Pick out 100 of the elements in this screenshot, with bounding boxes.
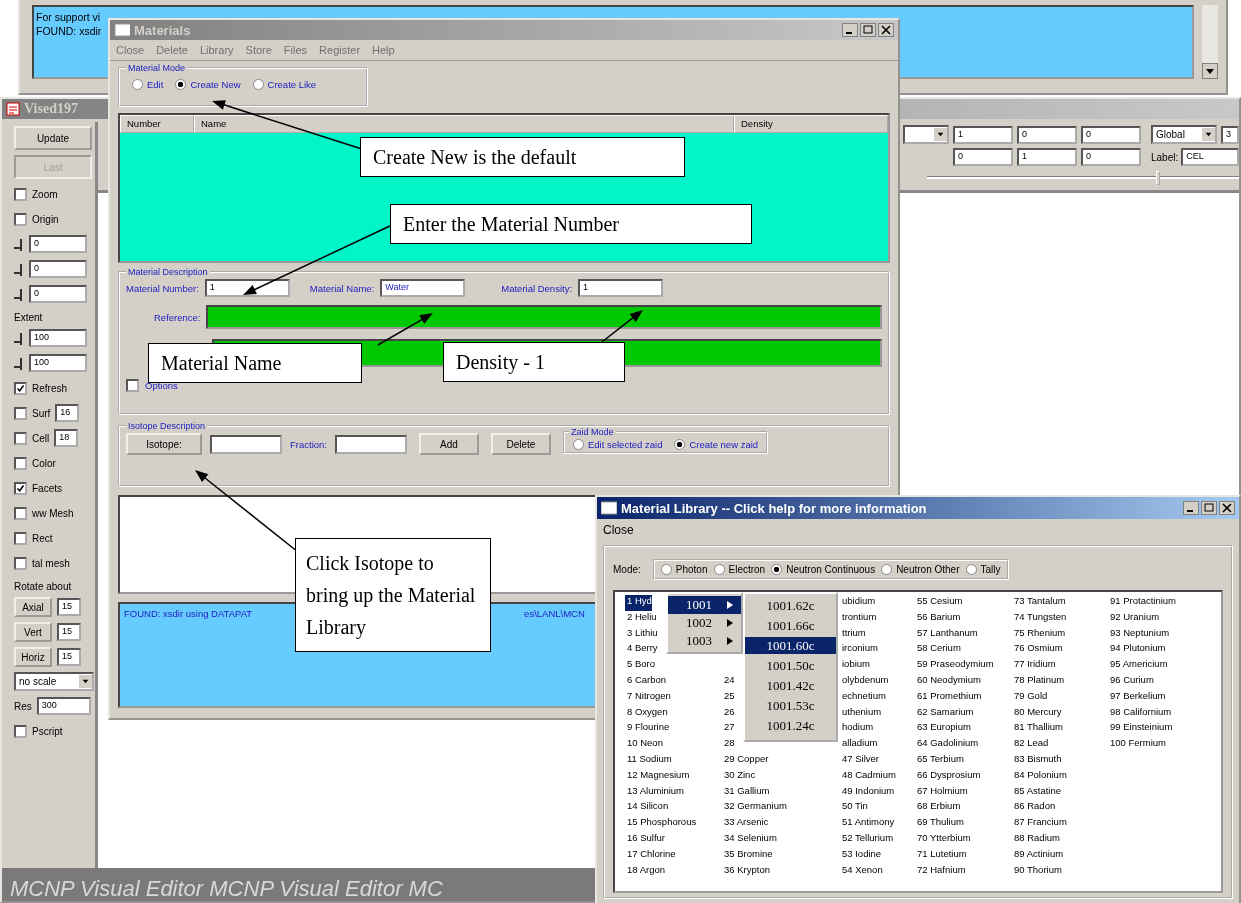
element-item[interactable]: 53 Iodine <box>840 847 882 864</box>
menu-item[interactable]: 1001.24c <box>745 717 836 734</box>
element-item[interactable]: 35 Bromine <box>722 847 773 864</box>
angle-field[interactable]: 15 <box>57 623 81 641</box>
element-item[interactable]: 26 <box>722 705 735 722</box>
element-item[interactable]: ttrium <box>840 626 866 643</box>
element-item[interactable]: 77 Iridium <box>1012 658 1056 674</box>
rotate-button[interactable]: Vert <box>14 622 52 642</box>
element-item[interactable]: 16 Sulfur <box>625 831 666 848</box>
radio-button[interactable] <box>132 79 143 90</box>
caret-icon[interactable] <box>727 637 733 645</box>
element-item[interactable]: 89 Actinium <box>1012 847 1064 864</box>
column-header[interactable]: Name <box>194 115 734 133</box>
element-item[interactable]: 76 Osmium <box>1012 642 1063 659</box>
element-item[interactable]: irconium <box>840 642 878 659</box>
element-item[interactable]: 36 Krypton <box>722 863 770 880</box>
element-item[interactable]: 81 Thallium <box>1012 721 1063 738</box>
checkbox[interactable] <box>14 431 27 445</box>
element-item[interactable]: 57 Lanthanum <box>915 626 978 643</box>
value-field[interactable]: 100 <box>29 354 87 372</box>
element-item[interactable]: 66 Dysprosium <box>915 768 981 785</box>
caret-icon[interactable] <box>79 675 92 688</box>
element-item[interactable]: 64 Gadolinium <box>915 737 979 753</box>
panel-button[interactable]: Update <box>14 126 92 150</box>
element-item[interactable]: 50 Tin <box>840 800 868 817</box>
radio-button[interactable] <box>660 564 672 575</box>
element-item[interactable]: 93 Neptunium <box>1108 626 1170 643</box>
checkbox[interactable] <box>14 212 27 226</box>
element-item[interactable]: 94 Plutonium <box>1108 642 1166 659</box>
value-field[interactable]: 0 <box>29 260 87 278</box>
element-item[interactable]: 51 Antimony <box>840 816 895 832</box>
menu-item[interactable]: 1001.66c <box>745 617 836 634</box>
checkbox[interactable] <box>14 506 27 520</box>
element-item[interactable]: 54 Xenon <box>840 863 883 880</box>
column-header[interactable]: Number <box>120 115 194 133</box>
number-field[interactable]: 1 <box>204 279 290 297</box>
menu-item[interactable]: 1001 <box>668 596 741 614</box>
element-item[interactable]: 73 Tantalum <box>1012 595 1066 611</box>
element-item[interactable]: 98 Californium <box>1108 705 1172 722</box>
close-icon[interactable] <box>1219 501 1235 515</box>
element-item[interactable]: 25 <box>722 689 735 706</box>
menu-item[interactable]: 1003 <box>668 632 741 650</box>
element-item[interactable]: 32 Germanium <box>722 800 787 817</box>
slider-handle-icon[interactable] <box>14 261 24 277</box>
menu-item[interactable]: 1001.60c <box>745 637 836 654</box>
element-item[interactable]: ubidium <box>840 595 876 611</box>
element-item[interactable]: 68 Erbium <box>915 800 961 817</box>
element-item[interactable]: 2 Heliu <box>625 610 657 627</box>
slider-thumb[interactable] <box>1155 171 1160 185</box>
element-item[interactable]: 61 Promethium <box>915 689 982 706</box>
value-field[interactable]: 100 <box>29 329 87 347</box>
radio-label[interactable]: Electron <box>728 564 766 575</box>
checkbox[interactable] <box>14 406 27 420</box>
radio-button[interactable] <box>175 79 187 90</box>
menu-item[interactable]: 1001.50c <box>745 657 836 674</box>
element-item[interactable]: 10 Neon <box>625 737 663 753</box>
slider-handle-icon[interactable] <box>14 355 24 371</box>
element-item[interactable]: 15 Phosphorous <box>625 816 697 832</box>
element-item[interactable]: 3 Lithiu <box>625 626 658 643</box>
scrollbar[interactable] <box>1202 5 1218 79</box>
element-item[interactable]: olybdenum <box>840 674 889 690</box>
rotate-button[interactable]: Horiz <box>14 647 52 667</box>
element-item[interactable]: 12 Magnesium <box>625 768 690 785</box>
reference-field[interactable] <box>206 305 882 329</box>
maximize-icon[interactable] <box>1201 501 1217 515</box>
element-item[interactable]: 58 Cerium <box>915 642 961 659</box>
element-item[interactable]: 56 Barium <box>915 610 961 627</box>
vector-field[interactable]: 1 <box>1017 148 1077 166</box>
element-item[interactable]: 78 Platinum <box>1012 674 1065 690</box>
element-item[interactable]: 49 Indonium <box>840 784 895 801</box>
element-item[interactable]: 52 Tellurium <box>840 831 894 848</box>
checkbox[interactable] <box>126 379 139 392</box>
radio-button[interactable] <box>252 79 264 90</box>
caret-icon[interactable] <box>727 619 733 627</box>
element-item[interactable]: 24 <box>722 674 735 690</box>
element-item[interactable]: 95 Americium <box>1108 658 1168 674</box>
slider-handle-icon[interactable] <box>14 330 24 346</box>
element-item[interactable]: 80 Mercury <box>1012 705 1062 722</box>
radio-label[interactable]: Create Like <box>267 79 317 90</box>
density-field[interactable]: 1 <box>578 279 664 297</box>
radio-label[interactable]: Tally <box>980 564 1001 575</box>
checkbox[interactable] <box>14 531 27 545</box>
element-item[interactable]: 27 <box>722 721 735 738</box>
element-item[interactable]: 67 Holmium <box>915 784 968 801</box>
element-item[interactable]: 9 Flourine <box>625 721 670 738</box>
element-item[interactable]: 62 Samarium <box>915 705 974 722</box>
slider-handle-icon[interactable] <box>14 286 24 302</box>
element-item[interactable]: 5 Boro <box>625 658 655 674</box>
number-field[interactable]: 16 <box>55 404 80 422</box>
element-item[interactable]: 86 Radon <box>1012 800 1056 817</box>
slider-handle-icon[interactable] <box>14 236 24 252</box>
element-item[interactable]: 96 Curium <box>1108 674 1154 690</box>
value-field[interactable]: 0 <box>29 235 87 253</box>
element-item[interactable]: 28 <box>722 737 735 753</box>
element-item[interactable]: 99 Einsteinium <box>1108 721 1173 738</box>
minimize-icon[interactable] <box>1183 501 1199 515</box>
menu-item[interactable]: Close <box>603 523 634 537</box>
element-item[interactable]: 8 Oxygen <box>625 705 668 722</box>
element-item[interactable]: 90 Thorium <box>1012 863 1062 880</box>
vector-field[interactable]: 0 <box>1081 125 1141 144</box>
